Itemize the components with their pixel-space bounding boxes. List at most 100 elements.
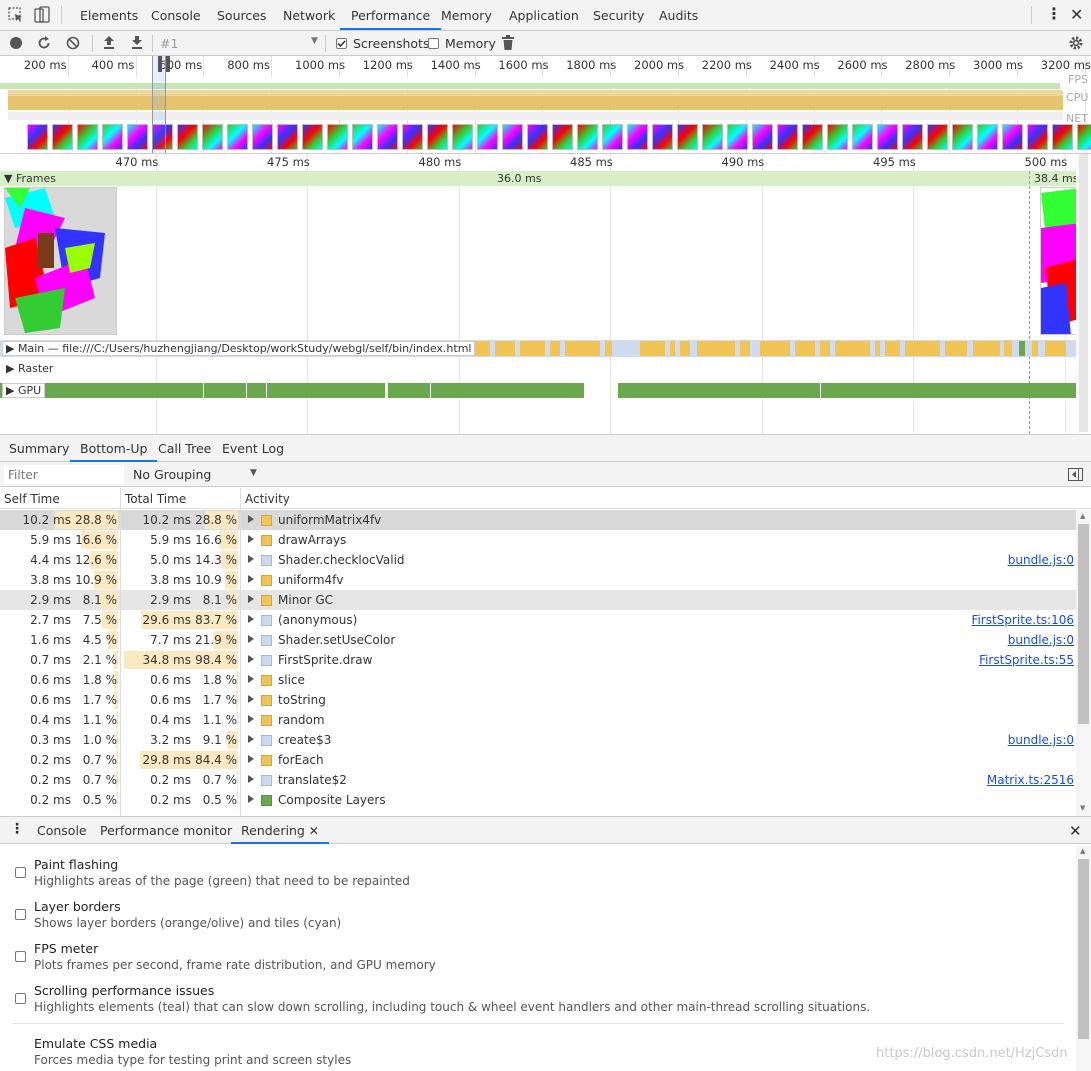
capture-settings-icon[interactable] xyxy=(1068,35,1084,51)
source-link[interactable]: bundle.js:0 xyxy=(1008,630,1074,650)
main-thread-task[interactable] xyxy=(795,341,815,356)
filter-input[interactable] xyxy=(4,465,124,484)
scrollbar-thumb[interactable] xyxy=(1078,524,1089,724)
table-row[interactable]: 1.6 ms 4.5 % 7.7 ms 21.9 % Shader.setUseColo… xyxy=(0,630,1076,650)
collect-garbage-icon[interactable] xyxy=(502,35,514,50)
recording-select[interactable]: #1 xyxy=(160,36,178,51)
scrollbar-thumb[interactable] xyxy=(1078,859,1089,1039)
expand-triangle-icon[interactable] xyxy=(248,675,254,683)
main-thread-task[interactable] xyxy=(1019,341,1025,356)
drawer-scrollbar[interactable]: ▲ xyxy=(1076,845,1091,1071)
tab-security[interactable]: Security xyxy=(593,0,644,30)
main-thread-label[interactable]: ▶ Main — file:///C:/Users/huzhengjiang/D… xyxy=(2,341,476,356)
drawer-tab-rendering[interactable]: Rendering ✕ xyxy=(231,817,329,844)
grouping-select[interactable]: No Grouping xyxy=(133,467,211,482)
inspect-element-icon[interactable] xyxy=(8,7,24,23)
source-link[interactable]: bundle.js:0 xyxy=(1008,730,1074,750)
flamechart-scrollbar[interactable] xyxy=(1076,154,1091,434)
tab-event-log[interactable]: Event Log xyxy=(222,435,284,462)
timeline-overview[interactable]: 200 ms 400 ms 600 ms 800 ms 1000 ms 1200 ms 14… xyxy=(0,56,1091,154)
main-thread-task[interactable] xyxy=(670,341,675,356)
bottom-up-scrollbar[interactable]: ▲ ▼ xyxy=(1076,510,1091,816)
expand-triangle-icon[interactable] xyxy=(248,775,254,783)
self-time-header[interactable]: Self Time xyxy=(4,492,60,506)
tab-network[interactable]: Network xyxy=(283,0,335,30)
expand-triangle-icon[interactable] xyxy=(248,795,254,803)
frames-label[interactable]: ▼ Frames xyxy=(4,171,56,186)
close-drawer-icon[interactable]: ✕ xyxy=(1069,822,1082,840)
tab-call-tree[interactable]: Call Tree xyxy=(158,435,211,462)
drawer-tab-console[interactable]: Console xyxy=(37,817,87,844)
raster-track-label[interactable]: ▶ Raster xyxy=(6,362,53,375)
table-row[interactable]: 0.2 ms 0.5 % 0.2 ms 0.5 % Composite Layers xyxy=(0,790,1076,810)
main-thread-task[interactable] xyxy=(495,341,515,356)
main-thread-task[interactable] xyxy=(640,341,665,356)
gpu-track[interactable]: ▶ GPU xyxy=(0,382,1076,399)
device-toolbar-icon[interactable] xyxy=(34,6,50,24)
expand-triangle-icon[interactable] xyxy=(248,615,254,623)
expand-triangle-icon[interactable] xyxy=(248,655,254,663)
table-row[interactable]: 0.7 ms 2.1 % 34.8 ms 98.4 % FirstSprite.draw… xyxy=(0,650,1076,670)
memory-checkbox[interactable] xyxy=(428,38,439,49)
expand-triangle-icon[interactable] xyxy=(248,635,254,643)
table-row[interactable]: 0.2 ms 0.7 % 29.8 ms 84.4 % forEach xyxy=(0,750,1076,770)
main-thread-task[interactable] xyxy=(740,341,750,356)
recording-select-arrow-icon[interactable]: ▼ xyxy=(311,36,318,46)
main-thread-task[interactable] xyxy=(820,341,830,356)
main-thread-task[interactable] xyxy=(885,341,900,356)
main-thread-task[interactable] xyxy=(875,341,880,356)
activity-header[interactable]: Activity xyxy=(245,492,290,506)
main-thread-task[interactable] xyxy=(973,341,1000,356)
load-profile-icon[interactable] xyxy=(103,35,115,50)
table-row[interactable]: 10.2 ms 28.8 % 10.2 ms 28.8 % uniformMatrix4… xyxy=(0,510,1076,530)
main-thread-task[interactable] xyxy=(945,341,967,356)
close-devtools-icon[interactable]: ✕ xyxy=(1070,5,1083,24)
main-thread-task[interactable] xyxy=(835,341,870,356)
table-row[interactable]: 3.8 ms 10.9 % 3.8 ms 10.9 % uniform4fv xyxy=(0,570,1076,590)
expand-triangle-icon[interactable] xyxy=(248,755,254,763)
grouping-dropdown-arrow-icon[interactable]: ▼ xyxy=(250,468,257,478)
save-profile-icon[interactable] xyxy=(131,35,143,50)
source-link[interactable]: bundle.js:0 xyxy=(1008,550,1074,570)
table-row[interactable]: 4.4 ms 12.6 % 5.0 ms 14.3 % Shader.checklocV… xyxy=(0,550,1076,570)
main-thread-task[interactable] xyxy=(1004,341,1012,356)
source-link[interactable]: Matrix.ts:2516 xyxy=(987,770,1074,790)
scroll-up-icon[interactable]: ▲ xyxy=(1080,847,1085,855)
source-link[interactable]: FirstSprite.ts:55 xyxy=(979,650,1074,670)
frames-track[interactable]: ▼ Frames 36.0 ms 38.4 ms xyxy=(0,171,1091,186)
table-row[interactable]: 2.9 ms 8.1 % 2.9 ms 8.1 % Minor GC xyxy=(0,590,1076,610)
frame-screenshot[interactable] xyxy=(4,187,117,335)
main-thread-task[interactable] xyxy=(680,341,690,356)
table-row[interactable]: 0.6 ms 1.8 % 0.6 ms 1.8 % slice xyxy=(0,670,1076,690)
drawer-tab-performance-monitor[interactable]: Performance monitor xyxy=(100,817,232,844)
scroll-up-icon[interactable]: ▲ xyxy=(1080,512,1085,520)
main-thread-task[interactable] xyxy=(760,341,790,356)
tab-bottom-up[interactable]: Bottom-Up xyxy=(70,435,158,462)
expand-triangle-icon[interactable] xyxy=(248,575,254,583)
selection-right-handle[interactable] xyxy=(166,56,170,72)
clear-icon[interactable] xyxy=(66,36,80,50)
main-thread-task[interactable] xyxy=(1032,341,1038,356)
expand-triangle-icon[interactable] xyxy=(248,555,254,563)
option-checkbox[interactable] xyxy=(15,867,26,878)
scroll-down-icon[interactable]: ▼ xyxy=(1080,804,1085,812)
table-row[interactable]: 2.7 ms 7.5 % 29.6 ms 83.7 % (anonymous) First… xyxy=(0,610,1076,630)
selection-left-handle[interactable] xyxy=(158,56,162,72)
main-thread-task[interactable] xyxy=(1045,341,1066,356)
tab-sources[interactable]: Sources xyxy=(217,0,266,30)
table-row[interactable]: 0.3 ms 1.0 % 3.2 ms 9.1 % create$3 bundle.js:… xyxy=(0,730,1076,750)
table-row[interactable]: 0.2 ms 0.7 % 0.2 ms 0.7 % translate$2 Matrix.… xyxy=(0,770,1076,790)
tab-memory[interactable]: Memory xyxy=(441,0,492,30)
drawer-menu-icon[interactable]: ⋮ xyxy=(10,822,24,836)
expand-triangle-icon[interactable] xyxy=(248,715,254,723)
screenshots-checkbox[interactable] xyxy=(336,38,347,49)
main-thread-task[interactable] xyxy=(605,341,612,356)
tab-application[interactable]: Application xyxy=(509,0,579,30)
toggle-sidebar-icon[interactable] xyxy=(1068,468,1083,481)
reload-record-icon[interactable] xyxy=(37,36,51,50)
main-thread-task[interactable] xyxy=(905,341,940,356)
main-thread-task[interactable] xyxy=(550,341,560,356)
timeline-flamechart[interactable]: 470 ms 475 ms 480 ms 485 ms 490 ms 495 ms 500 … xyxy=(0,154,1091,434)
record-icon[interactable] xyxy=(10,37,22,49)
expand-triangle-icon[interactable] xyxy=(248,515,254,523)
